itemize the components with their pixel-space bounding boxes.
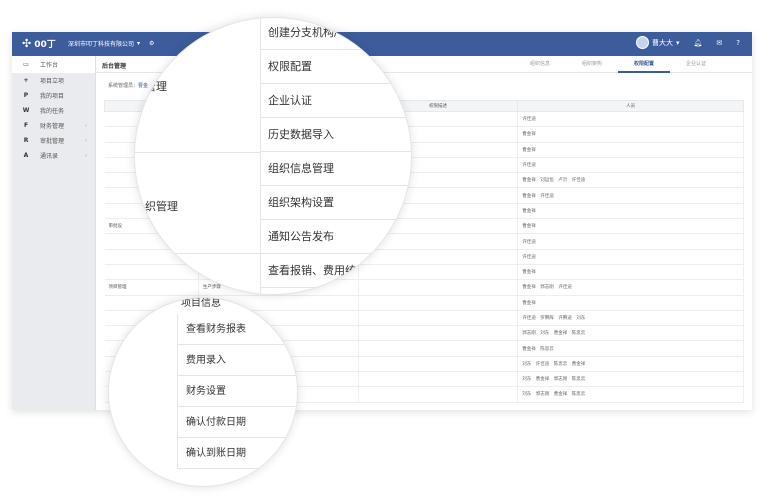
permission-item: 权限配置	[261, 50, 411, 84]
user-menu[interactable]: 曹大大 ▾	[636, 36, 680, 49]
group-label-project-info: 项目信息	[181, 298, 221, 309]
page-title: 后台管理	[102, 63, 127, 70]
permission-item: 创建分支机构/	[261, 18, 411, 50]
cell-people: 曹金祥	[517, 295, 744, 311]
cell-people: 刘东 郭志刚 曹金祥 陈思云	[517, 386, 744, 403]
sidebar-key-icon: R	[23, 137, 29, 144]
finance-permission-item: 确认付款日期	[178, 407, 297, 438]
help-icon[interactable]: ?	[736, 39, 740, 47]
sidebar-key-icon: A	[23, 152, 29, 159]
cell-desc	[358, 371, 519, 388]
magnifier-permissions: 管理 织管理 创建分支机构/权限配置 企业认证 历史数据导入 组织信息管理 组织架构设置…	[134, 17, 412, 295]
cell-desc	[358, 325, 519, 342]
sidebar: ▭ 工作台 + 项目立项 P 我的项目 W 我的任务 F 财务管理 ‹ R 审批管理 ‹ A 通讯录 ‹	[12, 56, 96, 410]
group-label-manage: 管理	[145, 80, 167, 93]
bell-icon[interactable]: 🔔︎	[694, 39, 703, 47]
top-actions: 曹大大 ▾ 🔔︎ ✉ ?	[636, 36, 740, 49]
mail-icon[interactable]: ✉	[716, 39, 722, 47]
sidebar-item[interactable]: R 审批管理 ‹	[12, 133, 95, 148]
magnifier-finance: 项目信息 查看财务报表 费用录入 财务设置 确认付款日期 确认到账日期	[108, 297, 298, 487]
permission-item: 企业认证	[261, 84, 411, 118]
chevron-left-icon: ‹	[85, 152, 87, 159]
magnifier-finance-list: 查看财务报表 费用录入 财务设置 确认付款日期 确认到账日期	[177, 314, 297, 469]
magnifier-permission-list: 创建分支机构/权限配置 企业认证 历史数据导入 组织信息管理 组织架构设置 通知公告发布查…	[261, 18, 411, 288]
cell-people: 许佳迪 罗腾辉 许腾迪 刘东	[517, 310, 744, 327]
avatar	[636, 36, 649, 49]
sidebar-item[interactable]: P 我的项目	[12, 88, 95, 103]
group-label-org-manage: 织管理	[145, 200, 178, 213]
tab[interactable]: 组织架构	[566, 56, 618, 73]
divider	[135, 152, 261, 153]
cell-desc	[358, 310, 519, 327]
permission-item: 历史数据导入	[261, 118, 411, 152]
sidebar-item[interactable]: A 通讯录 ‹	[12, 148, 95, 163]
sidebar-key-icon: P	[23, 92, 29, 99]
cell-desc	[358, 340, 519, 357]
sidebar-item-label: 项目立项	[40, 78, 65, 85]
sidebar-key-icon: F	[23, 122, 29, 129]
breadcrumb-prefix: 系统管理员：	[108, 83, 139, 89]
sidebar-key-icon: W	[22, 107, 30, 114]
sidebar-item[interactable]: + 项目立项	[12, 73, 95, 88]
divider	[135, 253, 261, 254]
sidebar-item-label: 我的项目	[40, 93, 65, 100]
cell-desc	[358, 356, 519, 373]
sidebar-item-label: 财务管理	[40, 123, 65, 130]
table-header: 人员	[517, 100, 744, 112]
sidebar-item[interactable]: ▭ 工作台	[12, 56, 95, 73]
finance-permission-item: 财务设置	[178, 376, 297, 407]
cell-people: 曹金祥 郭志刚 许佳迪	[517, 279, 744, 296]
cell-people: 曹金祥	[517, 126, 744, 143]
permission-item: 组织架构设置	[261, 186, 411, 220]
cell-people: 刘东 曹金祥 郭志刚 陈思云	[517, 371, 744, 388]
permission-item: 查看报销、费用统	[261, 254, 411, 288]
permission-item: 通知公告发布	[261, 220, 411, 254]
chevron-down-icon: ▾	[676, 38, 680, 47]
finance-permission-item: 查看财务报表	[178, 314, 297, 345]
company-name: 深圳市叩丁科技有限公司	[68, 41, 135, 48]
cell-people: 曹金祥 许佳迪	[517, 187, 744, 204]
cell-desc	[358, 295, 519, 311]
cell-people: 许佳迪	[517, 157, 744, 174]
cell-desc	[358, 386, 519, 403]
finance-permission-item: 费用录入	[178, 345, 297, 376]
cell-people: 许佳迪	[517, 249, 744, 265]
user-name: 曹大大	[652, 38, 673, 47]
cell-people: 许佳迪	[517, 233, 744, 250]
tab-bar: 组织信息 组织架构 权限配置 企业认证	[514, 56, 722, 73]
plus-icon: +	[23, 77, 29, 84]
sidebar-item-label: 工作台	[40, 62, 59, 69]
cell-people: 曹金祥	[517, 218, 744, 235]
tab[interactable]: 权限配置	[618, 56, 670, 73]
finance-permission-item: 确认到账日期	[178, 438, 297, 469]
permission-item: 组织信息管理	[261, 152, 411, 186]
tab[interactable]: 组织信息	[514, 56, 566, 73]
logo-mark-icon: ✣	[22, 37, 32, 50]
cell-people: 曹金祥	[517, 203, 744, 220]
logo: ✣ 00丁	[22, 37, 56, 50]
sidebar-item-label: 通讯录	[40, 153, 59, 160]
cell-people: 曹金祥	[517, 142, 744, 158]
sidebar-item-label: 审批管理	[40, 138, 65, 145]
sidebar-item-label: 我的任务	[40, 108, 65, 115]
chevron-left-icon: ‹	[85, 122, 87, 129]
magnifier-group-column: 管理 织管理	[135, 18, 261, 294]
cell-people: 郭志刚 刘东 曹金祥 陈思云	[517, 325, 744, 342]
sidebar-item[interactable]: F 财务管理 ‹	[12, 118, 95, 133]
cell-people: 刘东 许佳迪 陈思云 曹金祥	[517, 356, 744, 373]
chevron-left-icon: ‹	[85, 137, 87, 144]
tab[interactable]: 企业认证	[670, 56, 722, 73]
cell-people: 曹金祥	[517, 264, 744, 281]
logo-text: 00丁	[34, 40, 56, 50]
cell-people: 曹金祥 陈思云	[517, 340, 744, 357]
monitor-icon: ▭	[23, 61, 29, 68]
cell-people: 曹金祥 刘运恒 卢沂 许佳迪	[517, 172, 744, 189]
sidebar-item[interactable]: W 我的任务	[12, 103, 95, 118]
cell-people: 许佳迪	[517, 111, 744, 128]
